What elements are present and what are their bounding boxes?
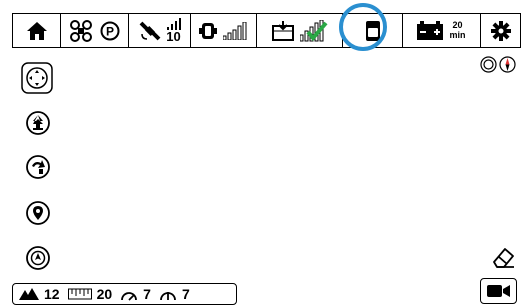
distance-value: 20 [96,286,113,302]
horizontal-speed-value: 7 [143,286,151,302]
battery-icon [417,20,444,41]
takeoff-button[interactable] [25,110,51,136]
vertical-speed-value: 7 [181,286,190,302]
eraser-icon [490,246,516,270]
gps-status[interactable]: 10 [129,14,191,47]
clear-button[interactable] [490,246,516,270]
telemetry-bar: 12 20 7 7 [12,283,237,305]
camera-storage-button[interactable] [343,14,403,47]
aircraft-mode-group[interactable]: P [61,14,129,47]
camera-view-toggle-button[interactable] [21,62,53,94]
rc-signal[interactable] [191,14,257,47]
home-button[interactable] [13,14,61,47]
satellite-icon [138,20,162,42]
takeoff-icon [25,110,51,136]
top-status-bar: P 10 20 min [12,13,521,48]
settings-button[interactable] [481,14,520,47]
hd-video-icon [271,20,294,41]
target-circle-icon [480,56,497,73]
compass-icon [499,56,516,73]
map-pin-icon [25,200,51,226]
home-icon [26,21,48,41]
distance-icon [67,288,92,300]
altitude-icon [19,288,39,300]
sd-card-icon [365,20,381,41]
horizontal-speed-icon [121,292,138,301]
gear-icon [490,20,511,41]
record-video-button[interactable] [480,278,517,304]
drone-icon [69,19,92,42]
video-signal-ok-icon [299,19,328,42]
vertical-speed-icon [160,292,176,301]
compass-button[interactable] [499,56,516,73]
battery-time-unit: min [449,29,466,40]
parking-mode-icon: P [100,21,120,41]
gps-satellite-count: 10 [166,29,181,44]
svg-text:P: P [105,24,113,38]
return-home-button[interactable] [25,154,51,180]
gimbal-mode-button[interactable] [480,56,497,73]
altitude-value: 12 [44,286,60,302]
video-camera-icon [486,284,511,298]
location-target-icon [25,245,51,271]
video-link-status[interactable] [257,14,343,47]
rc-signal-bars-icon [222,21,249,40]
remote-controller-icon [198,21,217,41]
waypoint-button[interactable] [25,200,51,226]
battery-status[interactable]: 20 min [403,14,481,47]
return-to-home-icon [25,154,51,180]
navigation-button[interactable] [25,245,51,271]
crosshair-arrows-icon [21,62,53,94]
